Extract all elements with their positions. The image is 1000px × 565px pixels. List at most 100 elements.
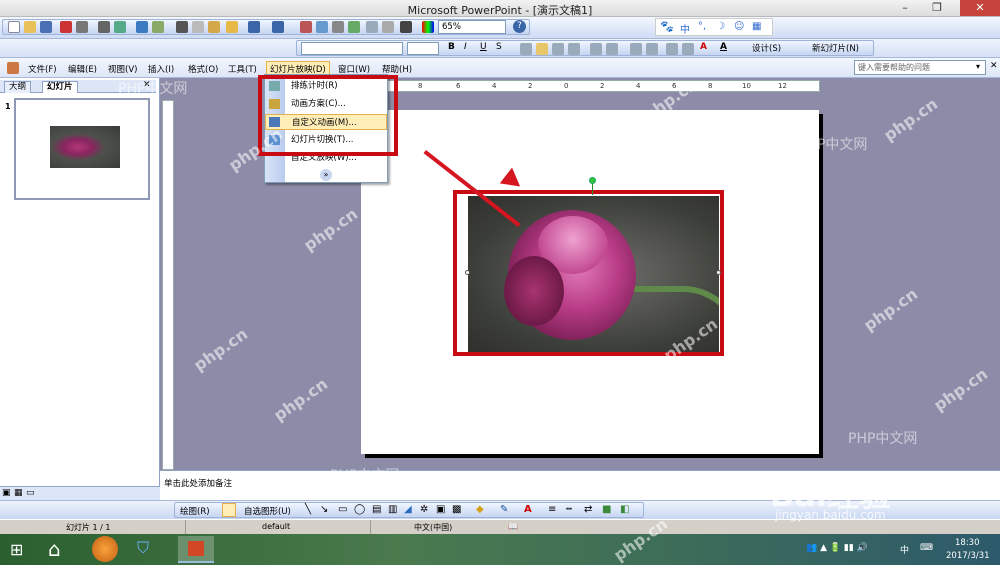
font-color-draw-icon[interactable]: A	[524, 504, 532, 515]
arrow-icon[interactable]: ↘	[320, 504, 328, 515]
expand-menu-icon[interactable]: »	[320, 169, 332, 181]
shadow-style-icon[interactable]: ■	[602, 504, 611, 515]
print-preview-icon[interactable]	[114, 21, 126, 33]
italic-icon[interactable]: I	[464, 42, 467, 52]
picture-icon[interactable]: ▩	[452, 504, 461, 515]
tab-slides[interactable]: 幻灯片	[42, 81, 78, 93]
close-pane-icon[interactable]: ✕	[143, 80, 151, 90]
slide-sorter-icon[interactable]: ▦	[14, 488, 23, 498]
line-icon[interactable]: ╲	[305, 504, 311, 515]
font-color-dropdown-icon[interactable]: A	[720, 42, 727, 52]
diagram-icon[interactable]: ✲	[420, 504, 428, 515]
rotation-handle[interactable]	[589, 177, 596, 184]
draw-menu-button[interactable]: 绘图(R)	[180, 505, 210, 517]
underline-icon[interactable]: U	[480, 42, 487, 52]
tables-borders-icon[interactable]	[332, 21, 344, 33]
color-grayscale-icon[interactable]	[422, 21, 434, 33]
arrow-style-icon[interactable]: ⇄	[584, 504, 592, 515]
open-icon[interactable]	[24, 21, 36, 33]
oval-icon[interactable]: ◯	[354, 504, 365, 515]
line-style-icon[interactable]: ≡	[548, 504, 556, 515]
cut-icon[interactable]	[176, 21, 188, 33]
shield-icon[interactable]: ⛉	[137, 538, 149, 558]
menu-tools[interactable]: 工具(T)	[228, 63, 257, 75]
decrease-font-icon[interactable]	[646, 43, 658, 55]
home-icon[interactable]: ⌂	[48, 537, 61, 561]
3d-style-icon[interactable]: ◧	[620, 504, 629, 515]
line-color-icon[interactable]: ✎	[500, 504, 508, 515]
grid-icon[interactable]	[400, 21, 412, 33]
design-button[interactable]: 设计(S)	[752, 42, 781, 54]
insert-chart-icon[interactable]	[300, 21, 312, 33]
resize-handle-left[interactable]	[465, 270, 470, 275]
decrease-indent-icon[interactable]	[666, 43, 678, 55]
insert-table-icon[interactable]	[316, 21, 328, 33]
menu-insert[interactable]: 插入(I)	[148, 63, 174, 75]
powerpoint-task-button[interactable]	[178, 536, 214, 563]
format-painter-icon[interactable]	[226, 21, 238, 33]
zoom-select[interactable]: 65%	[438, 20, 506, 34]
ime-indicator[interactable]: 中	[900, 543, 909, 556]
spelling-icon[interactable]	[136, 21, 148, 33]
justify-icon[interactable]	[568, 43, 580, 55]
font-color-icon[interactable]: A	[700, 42, 707, 52]
select-objects-icon[interactable]	[222, 503, 236, 517]
redo-icon[interactable]	[272, 21, 284, 33]
menu-edit[interactable]: 编辑(E)	[68, 63, 97, 75]
close-document-icon[interactable]: ✕	[990, 61, 998, 71]
align-left-icon[interactable]	[520, 43, 532, 55]
copy-icon[interactable]	[192, 21, 204, 33]
maximize-button[interactable]: ❐	[924, 0, 950, 16]
grid-menu-icon[interactable]: ▦	[752, 21, 761, 32]
menu-file[interactable]: 文件(F)	[28, 63, 57, 75]
normal-view-icon[interactable]: ▣	[2, 488, 11, 498]
expand-all-icon[interactable]	[366, 21, 378, 33]
menu-format[interactable]: 格式(O)	[188, 63, 218, 75]
chevron-down-icon[interactable]: ▾	[976, 62, 980, 71]
align-right-icon[interactable]	[552, 43, 564, 55]
save-icon[interactable]	[40, 21, 52, 33]
keyboard-icon[interactable]: ⌨	[920, 543, 933, 553]
autoshapes-button[interactable]: 自选图形(U)	[244, 505, 291, 517]
align-center-icon[interactable]	[536, 43, 548, 55]
ime-mode[interactable]: 中	[680, 21, 690, 36]
clipart-icon[interactable]: ▣	[436, 504, 445, 515]
close-button[interactable]: ✕	[960, 0, 1000, 16]
vertical-textbox-icon[interactable]: ▥	[388, 504, 397, 515]
bullets-icon[interactable]	[606, 43, 618, 55]
new-slide-button[interactable]: 新幻灯片(N)	[812, 42, 859, 54]
browser-icon[interactable]	[92, 536, 118, 562]
email-icon[interactable]	[76, 21, 88, 33]
app-icon[interactable]	[7, 62, 19, 74]
resize-handle-right[interactable]	[716, 270, 721, 275]
moon-icon[interactable]: ☽	[716, 21, 725, 32]
dash-style-icon[interactable]: ┅	[566, 504, 572, 515]
show-formatting-icon[interactable]	[382, 21, 394, 33]
rectangle-icon[interactable]: ▭	[338, 504, 347, 515]
fill-color-icon[interactable]: ◆	[476, 504, 484, 515]
research-icon[interactable]	[152, 21, 164, 33]
numbering-icon[interactable]	[590, 43, 602, 55]
increase-font-icon[interactable]	[630, 43, 642, 55]
help-icon[interactable]: ?	[513, 20, 526, 33]
help-search-input[interactable]: 键入需要帮助的问题	[854, 60, 986, 75]
windows-start-icon[interactable]: ⊞	[10, 540, 23, 559]
permission-icon[interactable]	[60, 21, 72, 33]
paste-icon[interactable]	[208, 21, 220, 33]
bold-icon[interactable]: B	[448, 42, 455, 52]
tab-outline[interactable]: 大纲	[4, 81, 32, 93]
new-icon[interactable]	[8, 21, 20, 33]
wordart-icon[interactable]: ◢	[404, 504, 412, 515]
print-icon[interactable]	[98, 21, 110, 33]
minimize-button[interactable]: –	[892, 0, 918, 16]
menu-view[interactable]: 视图(V)	[108, 63, 137, 75]
increase-indent-icon[interactable]	[682, 43, 694, 55]
slide-thumbnail[interactable]	[14, 98, 150, 200]
paw-icon[interactable]: 🐾	[660, 20, 674, 33]
font-name-select[interactable]	[301, 42, 403, 55]
slideshow-view-icon[interactable]: ▭	[26, 488, 35, 498]
undo-icon[interactable]	[248, 21, 260, 33]
punctuation-icon[interactable]: °,	[698, 21, 706, 32]
smile-icon[interactable]: ☺	[734, 21, 744, 32]
insert-picture-icon[interactable]	[348, 21, 360, 33]
